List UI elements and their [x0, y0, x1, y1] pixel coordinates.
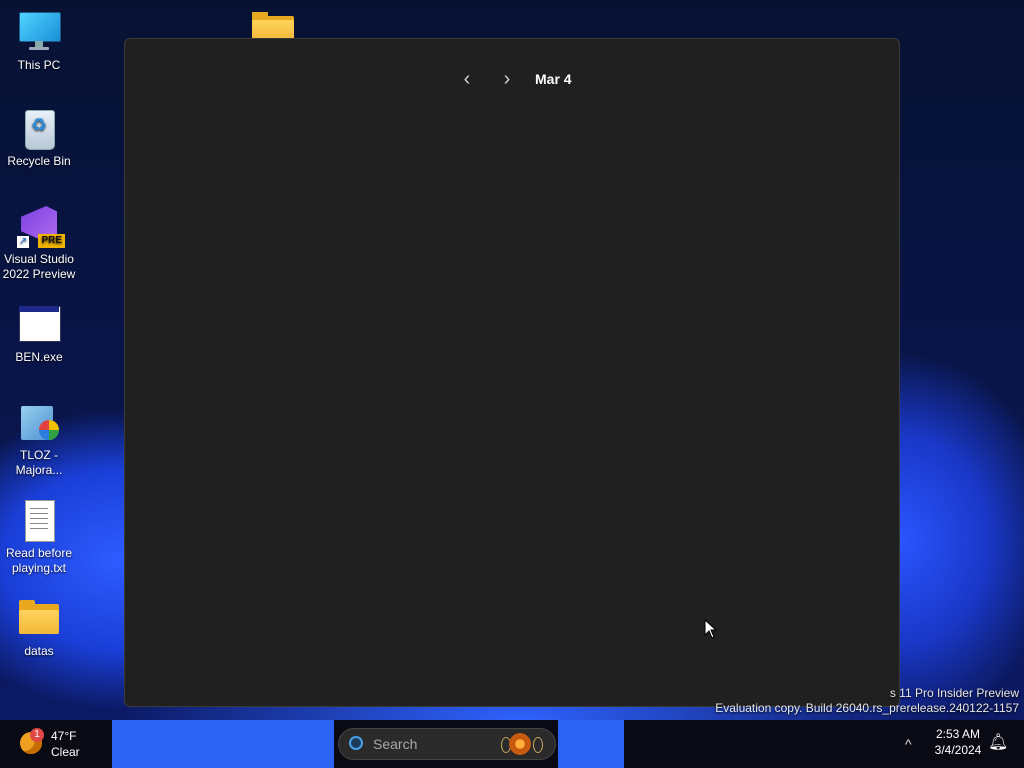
desktop-icon-this-pc[interactable]: This PC	[0, 10, 78, 73]
desktop-icon-recycle-bin[interactable]: ♻ Recycle Bin	[0, 106, 78, 169]
this-pc-icon	[17, 10, 61, 54]
watermark-line-2: Evaluation copy. Build 26040.rs_prerelea…	[715, 701, 1019, 715]
calendar-header: ‹ › Mar 4	[125, 65, 901, 95]
weather-temperature: 47°F	[51, 729, 77, 743]
show-hidden-icons-button[interactable]: ^	[905, 732, 919, 756]
clock-time: 2:53 AM	[935, 727, 981, 741]
search-input[interactable]	[373, 733, 493, 755]
taskbar-wallpaper-gap	[112, 720, 334, 768]
desktop-icon-tloz[interactable]: TLOZ - Majora...	[0, 400, 78, 478]
evaluation-watermark: s 11 Pro Insider Preview Evaluation copy…	[715, 686, 1019, 716]
weather-condition: Clear	[51, 745, 80, 759]
desktop-icon-label: Visual Studio 2022 Preview	[2, 252, 76, 281]
desktop-icon-label: Recycle Bin	[7, 154, 71, 168]
laurel-right-icon	[533, 737, 543, 753]
search-icon	[349, 736, 363, 750]
notification-bell-icon[interactable]: 🔔︎	[988, 734, 1008, 752]
visual-studio-icon: PRE ↗	[17, 204, 65, 248]
desktop-icon-label: BEN.exe	[15, 350, 63, 364]
desktop-icon-visual-studio[interactable]: PRE ↗ Visual Studio 2022 Preview	[0, 204, 78, 282]
desktop-icon-label: Read before playing.txt	[5, 546, 73, 575]
app-window-icon	[17, 302, 61, 346]
taskbar-search-box[interactable]	[338, 728, 556, 760]
setup-package-icon	[17, 400, 61, 444]
system-clock[interactable]: 2:53 AM 3/4/2024	[928, 726, 988, 758]
partial-folder-icon[interactable]	[252, 12, 296, 40]
taskbar: 1 47°F Clear ^ 2:53 AM 3/4/2024 🔔︎	[0, 720, 1024, 768]
notification-badge: 1	[30, 728, 44, 742]
desktop-icon-label: TLOZ - Majora...	[15, 448, 63, 477]
mouse-cursor-icon	[704, 619, 718, 639]
taskbar-wallpaper-gap	[558, 720, 624, 768]
search-highlight-icon[interactable]	[509, 733, 531, 755]
calendar-panel: ‹ › Mar 4	[124, 38, 900, 707]
weather-widget[interactable]: 1 47°F Clear	[14, 724, 112, 764]
folder-icon	[17, 596, 61, 640]
desktop-icon-ben-exe[interactable]: BEN.exe	[0, 302, 78, 365]
text-file-icon	[17, 498, 61, 542]
shortcut-arrow-icon: ↗	[17, 236, 29, 248]
desktop-icon-readme[interactable]: Read before playing.txt	[0, 498, 78, 576]
clock-date: 3/4/2024	[934, 743, 982, 757]
pre-badge: PRE	[38, 234, 65, 248]
watermark-line-1: s 11 Pro Insider Preview	[889, 686, 1019, 700]
recycle-bin-icon: ♻	[17, 106, 61, 150]
calendar-date-label[interactable]: Mar 4	[535, 69, 572, 89]
chevron-left-icon[interactable]: ‹	[453, 65, 481, 93]
desktop-icon-label: datas	[24, 644, 54, 658]
desktop-icon-label: This PC	[17, 58, 61, 72]
chevron-right-icon[interactable]: ›	[493, 65, 521, 93]
desktop-icon-datas[interactable]: datas	[0, 596, 78, 659]
